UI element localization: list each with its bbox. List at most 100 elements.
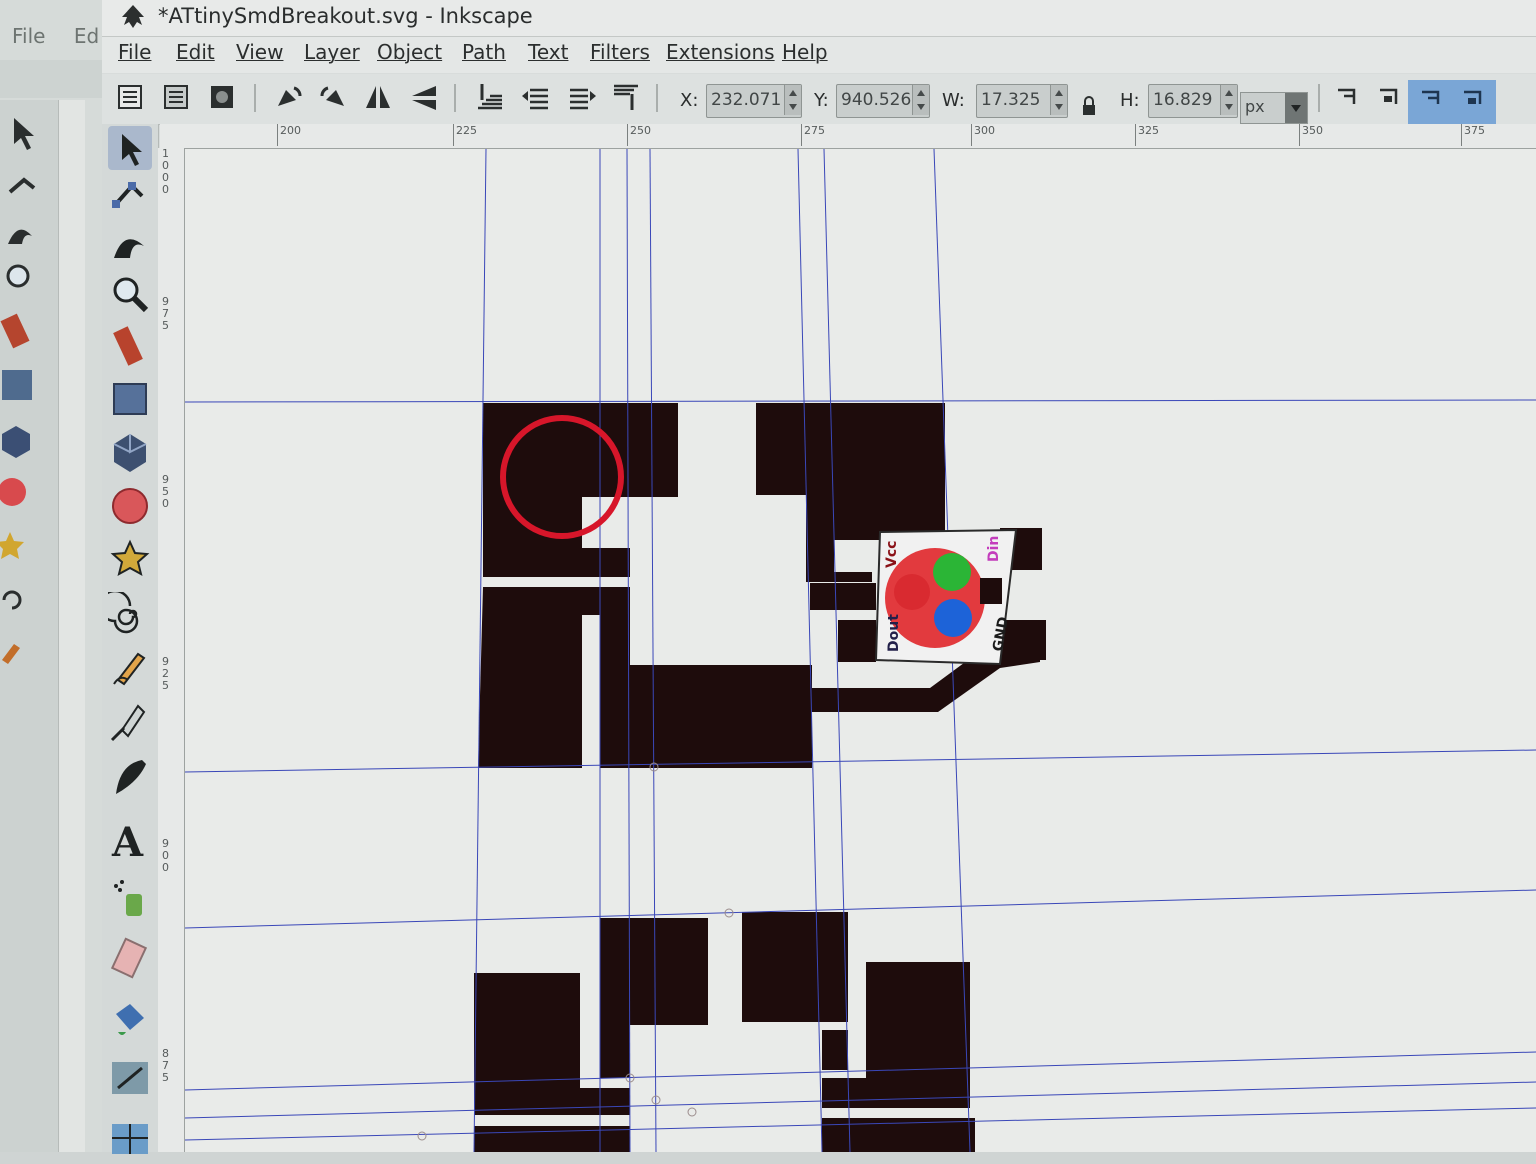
raise-to-top-icon[interactable]	[608, 80, 644, 114]
ellipse-tool[interactable]	[108, 484, 152, 528]
gradient-icon	[112, 1062, 148, 1094]
cube-icon	[113, 434, 147, 472]
chevron-down-icon[interactable]	[1285, 93, 1307, 123]
paint-bucket-tool[interactable]	[108, 996, 152, 1040]
copper-pads-bottom[interactable]	[474, 912, 975, 1152]
led-label-vcc: Vcc	[884, 541, 900, 568]
calligraphy-tool[interactable]	[108, 756, 152, 800]
bg-node-icon	[8, 177, 36, 194]
background-toolbox	[0, 100, 58, 1152]
move-patterns-icon[interactable]	[1456, 80, 1492, 114]
lower-to-bottom-icon[interactable]	[472, 80, 508, 114]
pen-icon	[110, 704, 146, 742]
menu-file[interactable]: File	[118, 40, 151, 64]
bg-pencil-icon	[2, 644, 20, 664]
ruler-tick: 975	[162, 295, 169, 332]
move-gradients-icon[interactable]	[1414, 80, 1450, 114]
x-label: X:	[680, 90, 699, 111]
w-spin-arrows[interactable]	[1050, 85, 1067, 115]
star-tool[interactable]	[108, 538, 152, 582]
bg-star-icon	[0, 532, 24, 559]
pencil-tool[interactable]	[108, 646, 152, 690]
mesh-tool[interactable]	[108, 1116, 152, 1160]
y-spin-arrows[interactable]	[912, 85, 929, 115]
h-spinbox[interactable]	[1148, 84, 1238, 118]
text-icon: A	[111, 819, 144, 866]
spiral-tool[interactable]	[98, 589, 152, 636]
y-spinbox[interactable]	[836, 84, 930, 118]
menu-view[interactable]: View	[236, 40, 283, 64]
background-menu-edit[interactable]: Ed	[74, 24, 99, 48]
ruler-icon	[113, 326, 143, 366]
menu-object[interactable]: Object	[377, 40, 442, 64]
select-all-layers-icon[interactable]	[158, 80, 194, 114]
toolbar-separator	[656, 84, 658, 112]
flip-horizontal-icon[interactable]	[360, 80, 396, 114]
bg-ellipse-icon	[0, 478, 26, 506]
rectangle-tool[interactable]	[108, 376, 152, 420]
h-input[interactable]	[1149, 85, 1223, 115]
x-spin-arrows[interactable]	[784, 85, 801, 115]
menu-help[interactable]: Help	[782, 40, 828, 64]
x-input[interactable]	[707, 85, 787, 115]
drawing-canvas[interactable]: Vcc Din Dout GND	[185, 149, 1536, 1152]
lower-icon[interactable]	[518, 80, 554, 114]
y-input[interactable]	[837, 85, 915, 115]
ruler-tick: 900	[162, 837, 169, 874]
spray-tool[interactable]	[108, 876, 152, 920]
vertical-ruler[interactable]: 1000 975 950 925 900 875	[158, 148, 185, 1152]
menu-edit[interactable]: Edit	[176, 40, 215, 64]
eraser-tool[interactable]	[108, 936, 152, 980]
led-label-dout: Dout	[886, 614, 902, 652]
deselect-icon[interactable]	[204, 80, 240, 114]
lock-ratio-icon[interactable]	[1078, 94, 1100, 118]
node-tool[interactable]	[108, 174, 152, 218]
calligraphy-icon	[116, 760, 146, 794]
pen-tool[interactable]	[108, 700, 152, 744]
mesh-icon	[112, 1124, 148, 1154]
led-red-spot	[894, 574, 930, 610]
bg-measure-icon	[0, 313, 30, 349]
magnifier-icon	[113, 277, 149, 313]
led-green-die	[933, 553, 971, 591]
led-component[interactable]: Vcc Din Dout GND	[874, 528, 1018, 666]
circle-icon	[112, 488, 148, 524]
tweak-tool[interactable]	[108, 222, 152, 266]
ruler-tick: 325	[1135, 124, 1159, 146]
selector-tool[interactable]	[108, 126, 152, 170]
text-tool[interactable]: A	[108, 818, 152, 866]
rotate-cw-icon[interactable]	[316, 80, 352, 114]
3d-box-tool[interactable]	[108, 430, 152, 474]
background-vertical-ruler	[58, 100, 85, 1152]
menu-path[interactable]: Path	[462, 40, 506, 64]
tweak-icon	[114, 239, 144, 258]
eraser-icon	[110, 937, 148, 979]
menu-filters[interactable]: Filters	[590, 40, 650, 64]
bg-spiral-icon	[2, 590, 22, 610]
led-label-din: Din	[986, 536, 1002, 562]
gradient-tool[interactable]	[108, 1056, 152, 1100]
scale-radii-icon[interactable]	[1372, 80, 1408, 114]
menu-extensions[interactable]: Extensions	[666, 40, 775, 64]
ruler-tick: 200	[277, 124, 301, 146]
rotate-ccw-icon[interactable]	[270, 80, 306, 114]
flip-vertical-icon[interactable]	[406, 80, 442, 114]
unit-select[interactable]: px	[1240, 92, 1308, 124]
menu-layer[interactable]: Layer	[304, 40, 360, 64]
x-spinbox[interactable]	[706, 84, 802, 118]
horizontal-ruler[interactable]: 200 225 250 275 300 325 350 375	[160, 124, 1536, 149]
select-all-icon[interactable]	[112, 80, 148, 114]
background-toolbar	[0, 60, 110, 98]
bg-selector-icon	[14, 118, 34, 150]
background-menu-file[interactable]: File	[12, 24, 45, 48]
inkscape-logo-icon	[122, 5, 144, 28]
w-spinbox[interactable]	[976, 84, 1068, 118]
measure-tool[interactable]	[108, 324, 152, 368]
h-spin-arrows[interactable]	[1220, 85, 1237, 115]
zoom-tool[interactable]	[108, 272, 152, 316]
window-title: *ATtinySmdBreakout.svg - Inkscape	[158, 4, 533, 28]
w-input[interactable]	[977, 85, 1053, 115]
scale-stroke-icon[interactable]	[1330, 80, 1366, 114]
raise-icon[interactable]	[564, 80, 600, 114]
menu-text[interactable]: Text	[528, 40, 568, 64]
